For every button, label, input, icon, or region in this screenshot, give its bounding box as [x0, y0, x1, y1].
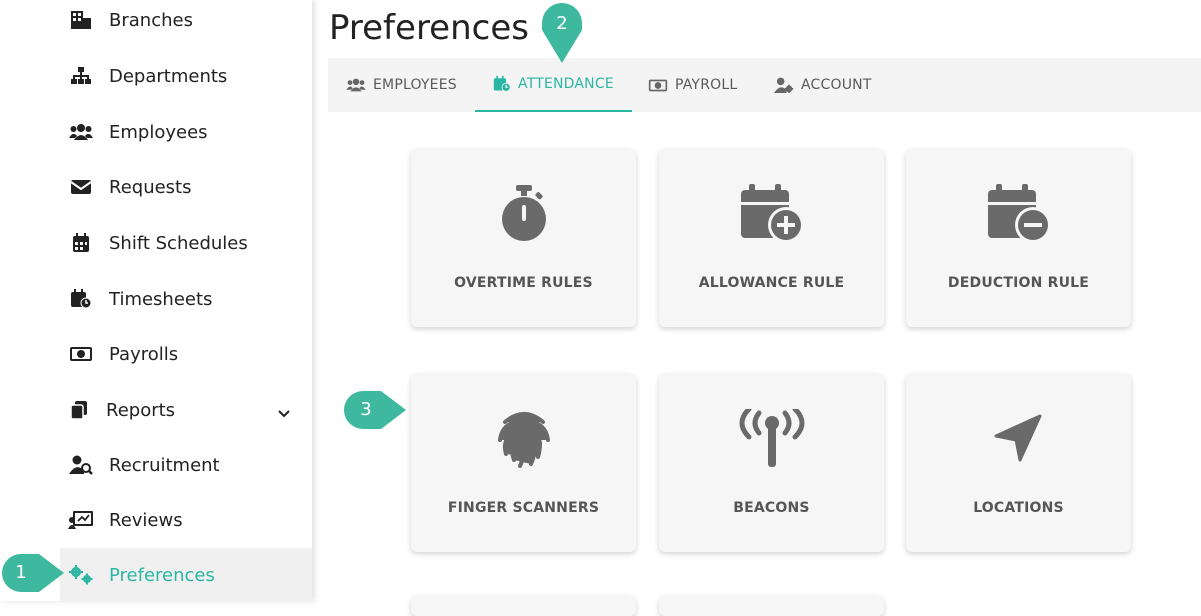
card-next-row[interactable] — [411, 596, 636, 616]
calendar-icon — [68, 232, 94, 254]
sidebar-item-reports[interactable]: Reports — [60, 383, 312, 437]
users-icon — [68, 121, 94, 143]
card-label: ALLOWANCE RULE — [698, 275, 845, 291]
callout-marker-2: 2 — [541, 2, 583, 64]
sidebar-item-recruitment[interactable]: Recruitment — [60, 438, 312, 492]
copy-icon — [66, 399, 92, 421]
tab-attendance[interactable]: ATTENDANCE — [475, 58, 632, 112]
users-icon — [346, 78, 366, 92]
page-title: Preferences — [329, 8, 529, 48]
location-arrow-icon — [994, 408, 1044, 470]
card-label: LOCATIONS — [973, 500, 1064, 516]
card-label: OVERTIME RULES — [454, 275, 593, 291]
tab-account[interactable]: ACCOUNT — [756, 58, 890, 112]
tab-label: ACCOUNT — [801, 77, 872, 93]
card-overtime-rules[interactable]: OVERTIME RULES — [411, 149, 636, 327]
card-locations[interactable]: LOCATIONS — [906, 374, 1131, 552]
sidebar-item-label: Shift Schedules — [109, 232, 248, 254]
sidebar-item-label: Preferences — [109, 564, 215, 586]
fingerprint-icon — [495, 408, 553, 470]
sidebar-item-employees[interactable]: Employees — [60, 105, 312, 159]
sidebar-item-payrolls[interactable]: Payrolls — [60, 327, 312, 381]
tab-label: PAYROLL — [675, 77, 738, 93]
marker-number: 1 — [15, 562, 27, 583]
envelope-icon — [68, 176, 94, 198]
sidebar-item-label: Reviews — [109, 509, 183, 531]
sidebar-item-preferences[interactable]: Preferences — [60, 548, 312, 602]
marker-number: 3 — [360, 399, 372, 420]
tab-label: ATTENDANCE — [518, 76, 614, 92]
sidebar-item-timesheets[interactable]: Timesheets — [60, 272, 312, 326]
tab-bar: EMPLOYEES ATTENDANCE PAYROLL ACCOUNT — [328, 58, 1201, 112]
stopwatch-icon — [499, 183, 549, 245]
sidebar-item-shift-schedules[interactable]: Shift Schedules — [60, 216, 312, 270]
marker-number: 2 — [556, 13, 568, 34]
sidebar: Branches Departments Employees Requests … — [0, 0, 312, 602]
card-label: FINGER SCANNERS — [447, 500, 600, 516]
sidebar-item-label: Recruitment — [109, 454, 220, 476]
calendar-minus-icon — [986, 183, 1052, 245]
sidebar-item-label: Employees — [109, 121, 208, 143]
sitemap-icon — [68, 65, 94, 87]
sidebar-item-label: Departments — [109, 65, 228, 87]
card-beacons[interactable]: BEACONS — [659, 374, 884, 552]
card-deduction-rule[interactable]: DEDUCTION RULE — [906, 149, 1131, 327]
callout-marker-1: 1 — [1, 553, 65, 593]
tab-payroll[interactable]: PAYROLL — [630, 58, 755, 112]
money-icon — [648, 79, 668, 91]
card-label: DEDUCTION RULE — [947, 275, 1090, 291]
sidebar-item-label: Payrolls — [109, 343, 179, 365]
sidebar-item-reviews[interactable]: Reviews — [60, 493, 312, 547]
callout-marker-3: 3 — [343, 390, 407, 430]
calendar-plus-icon — [739, 183, 805, 245]
user-search-icon — [68, 454, 94, 476]
sidebar-item-label: Reports — [106, 399, 176, 421]
user-cog-icon — [774, 77, 794, 93]
card-next-row[interactable] — [659, 596, 884, 616]
calendar-clock-icon — [68, 288, 94, 310]
tab-employees[interactable]: EMPLOYEES — [328, 58, 475, 112]
tab-label: EMPLOYEES — [373, 77, 457, 93]
card-finger-scanners[interactable]: FINGER SCANNERS — [411, 374, 636, 552]
sidebar-item-label: Requests — [109, 176, 192, 198]
sidebar-item-label: Timesheets — [109, 288, 213, 310]
calendar-clock-icon — [493, 75, 511, 92]
chevron-down-icon[interactable] — [278, 403, 290, 422]
sidebar-item-branches[interactable]: Branches — [60, 0, 312, 47]
chalkboard-icon — [68, 509, 94, 531]
sidebar-item-label: Branches — [109, 9, 193, 31]
building-icon — [68, 9, 94, 31]
broadcast-tower-icon — [739, 408, 805, 470]
card-label: BEACONS — [733, 500, 810, 516]
cogs-icon — [68, 564, 94, 586]
money-icon — [68, 343, 94, 365]
card-allowance-rule[interactable]: ALLOWANCE RULE — [659, 149, 884, 327]
sidebar-item-departments[interactable]: Departments — [60, 49, 312, 103]
sidebar-item-requests[interactable]: Requests — [60, 160, 312, 214]
